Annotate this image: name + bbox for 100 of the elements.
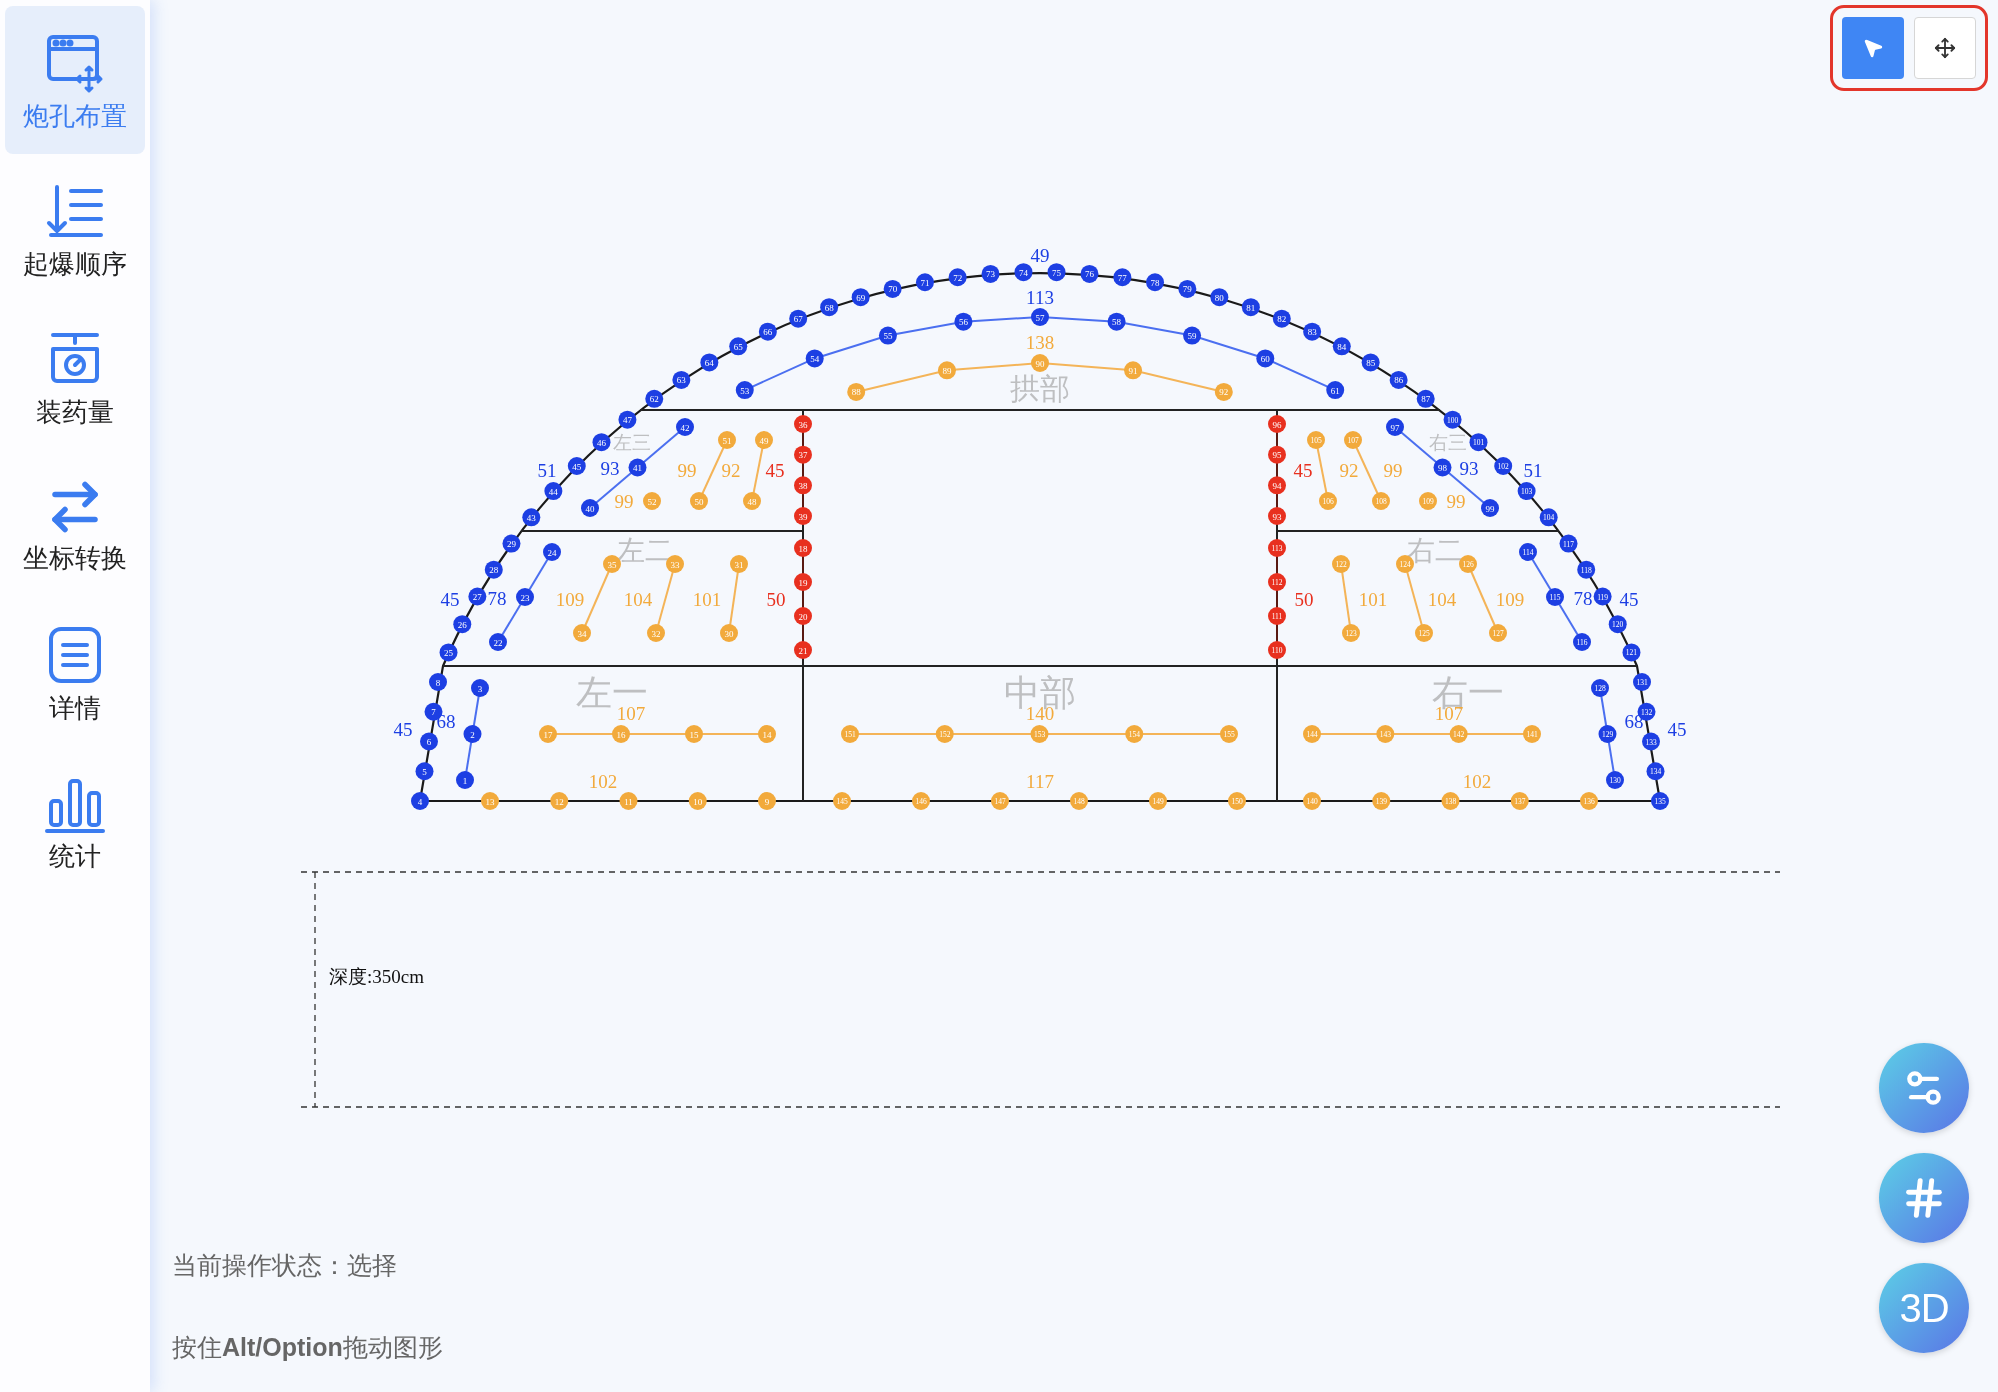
blast-hole[interactable]: 28	[484, 560, 503, 579]
blast-hole[interactable]: 53	[735, 381, 754, 400]
sidebar-item[interactable]: 详情	[5, 598, 145, 746]
blast-hole[interactable]: 55	[878, 326, 897, 345]
blast-hole[interactable]: 85	[1361, 353, 1380, 372]
blast-hole[interactable]: 62	[645, 389, 664, 408]
blast-hole[interactable]: 75	[1047, 263, 1066, 282]
blast-hole[interactable]: 59	[1183, 326, 1202, 345]
blast-hole[interactable]: 84	[1332, 337, 1351, 356]
blast-hole[interactable]: 6	[420, 732, 438, 751]
blast-hole[interactable]: 36	[794, 415, 812, 433]
blast-hole[interactable]: 87	[1416, 389, 1435, 408]
blast-hole[interactable]: 65	[729, 337, 748, 356]
group-value-label: 101	[1358, 588, 1388, 610]
blast-hole[interactable]: 38	[794, 476, 812, 495]
blast-hole[interactable]: 78	[1146, 273, 1164, 292]
blast-hole[interactable]: 67	[789, 309, 808, 328]
drag-hint: 按住Alt/Option拖动图形	[172, 1331, 444, 1363]
blast-hole[interactable]: 23	[516, 588, 534, 606]
blast-hole[interactable]: 99	[1481, 499, 1499, 517]
blast-hole[interactable]: 18	[794, 539, 812, 557]
select-tool-button[interactable]	[1842, 17, 1904, 79]
blast-hole[interactable]: 56	[954, 312, 973, 331]
blast-hole[interactable]: 74	[1014, 263, 1033, 282]
blast-hole[interactable]: 68	[820, 298, 839, 317]
blast-hole[interactable]: 37	[794, 445, 812, 464]
blast-hole[interactable]: 26	[453, 615, 472, 634]
blast-hole[interactable]: 29	[502, 534, 521, 553]
blast-hole[interactable]: 2	[463, 725, 482, 743]
blast-hole[interactable]: 24	[543, 543, 561, 561]
group-value-label: 102	[1462, 770, 1492, 792]
move-tool-button[interactable]	[1914, 17, 1976, 79]
blast-hole[interactable]: 57	[1031, 308, 1049, 326]
group-value-label: 99	[614, 490, 634, 512]
blast-hole[interactable]: 20	[794, 607, 812, 625]
blast-hole[interactable]: 22	[489, 633, 507, 651]
blast-hole[interactable]: 1	[456, 771, 474, 789]
blast-hole[interactable]: 44	[544, 482, 563, 501]
blast-hole[interactable]: 69	[851, 288, 870, 307]
blast-hole[interactable]: 39	[794, 507, 812, 525]
blast-hole[interactable]: 73	[981, 264, 1000, 283]
grid-button[interactable]	[1879, 1153, 1969, 1243]
operation-status: 当前操作状态：选择	[172, 1250, 398, 1281]
group-value-label: 117	[1026, 770, 1054, 792]
blast-hole[interactable]: 77	[1113, 268, 1132, 287]
blast-hole[interactable]: 3	[471, 679, 489, 697]
group-value-label: 49	[1030, 244, 1050, 266]
sidebar-item[interactable]: 统计	[5, 746, 145, 894]
blast-hole[interactable]: 40	[581, 499, 599, 517]
blast-hole[interactable]: 93	[1268, 507, 1286, 525]
blast-hole[interactable]: 66	[758, 322, 777, 341]
group-value-label: 45	[393, 718, 413, 740]
blast-hole[interactable]: 46	[592, 433, 611, 452]
settings-button[interactable]	[1879, 1043, 1969, 1133]
blast-hole[interactable]: 94	[1268, 476, 1286, 495]
group-value-label: 99	[1446, 490, 1466, 512]
sidebar-item[interactable]: 坐标转换	[5, 450, 145, 598]
blast-hole[interactable]: 96	[1268, 415, 1286, 433]
blast-hole[interactable]: 60	[1256, 349, 1275, 368]
section-label: 拱部	[1010, 371, 1070, 405]
blast-hole[interactable]: 43	[522, 508, 541, 527]
blast-hole[interactable]: 42	[676, 418, 694, 436]
blast-hole[interactable]: 82	[1272, 309, 1291, 328]
group-value-label: 45	[1619, 588, 1639, 610]
group-value-label: 113	[1026, 286, 1054, 308]
blast-hole[interactable]: 71	[916, 273, 934, 292]
blast-hole[interactable]: 54	[805, 349, 824, 368]
blast-hole[interactable]: 70	[883, 279, 902, 298]
sidebar-item[interactable]: 起爆顺序	[5, 154, 145, 302]
blast-hole[interactable]: 8	[429, 673, 447, 691]
blast-hole[interactable]: 80	[1210, 288, 1229, 307]
blast-hole[interactable]: 21	[794, 641, 812, 659]
blast-hole[interactable]: 5	[415, 762, 434, 781]
blast-hole[interactable]: 25	[439, 643, 458, 662]
blast-hole[interactable]: 58	[1107, 312, 1126, 331]
blast-hole[interactable]: 41	[628, 458, 647, 477]
group-value-label: 92	[721, 459, 741, 481]
blast-hole[interactable]: 63	[672, 370, 691, 389]
blast-hole[interactable]: 72	[948, 268, 967, 287]
group-value-label: 101	[692, 588, 722, 610]
blast-hole[interactable]: 64	[700, 353, 719, 372]
group-value-label: 78	[487, 587, 507, 609]
blast-hole[interactable]: 27	[468, 587, 487, 606]
depth-label: 深度:350cm	[329, 965, 424, 987]
blast-hole[interactable]: 76	[1080, 264, 1099, 283]
group-value-label: 93	[1459, 457, 1479, 479]
blast-hole[interactable]: 79	[1178, 279, 1197, 298]
blast-hole[interactable]: 81	[1241, 298, 1260, 317]
blast-hole[interactable]: 95	[1268, 445, 1286, 464]
blast-hole[interactable]: 4	[411, 792, 429, 810]
blast-hole[interactable]: 61	[1326, 381, 1345, 400]
blast-hole[interactable]: 98	[1433, 458, 1452, 477]
blast-hole[interactable]: 45	[567, 457, 586, 475]
blast-hole[interactable]: 47	[618, 410, 637, 429]
group-value-label: 138	[1025, 331, 1055, 353]
blast-hole[interactable]: 86	[1389, 370, 1408, 389]
blast-hole[interactable]: 19	[794, 573, 812, 591]
sidebar-item[interactable]: 装药量	[5, 302, 145, 450]
blast-hole[interactable]: 97	[1386, 418, 1404, 436]
blast-hole[interactable]: 83	[1303, 322, 1322, 341]
